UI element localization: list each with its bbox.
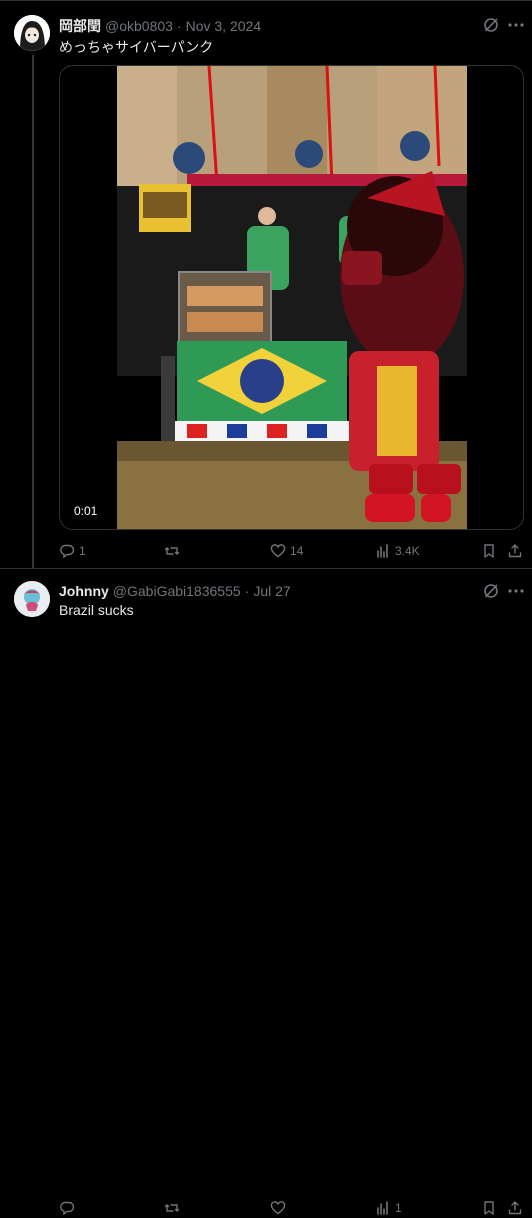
bookmark-button[interactable] [481, 541, 497, 561]
heart-icon [270, 544, 286, 558]
video-thumbnail[interactable] [117, 66, 467, 529]
bookmark-icon [484, 544, 494, 558]
grok-icon[interactable] [483, 583, 499, 599]
post-date[interactable]: Nov 3, 2024 [186, 18, 262, 34]
reply-button[interactable] [59, 1198, 79, 1218]
share-icon [508, 544, 522, 558]
post-actions: 1 [59, 1198, 524, 1218]
separator: · [244, 583, 250, 599]
post-text: めっちゃサイバーパンク [59, 39, 214, 55]
views-button[interactable]: 1 [375, 1198, 402, 1218]
share-button[interactable] [507, 1198, 523, 1218]
like-count: 14 [290, 544, 304, 558]
more-icon[interactable] [507, 583, 525, 599]
like-button[interactable] [270, 1198, 290, 1218]
post-main[interactable]: 岡部閏 @okb0803 · Nov 3, 2024 めっちゃサイバーパンク 0… [0, 0, 532, 569]
reply-count: 1 [79, 544, 86, 558]
grok-icon[interactable] [483, 17, 499, 33]
post-reply[interactable]: Johnny @GabiGabi1836555 · Jul 27 Brazil … [0, 568, 532, 1216]
views-icon [377, 1201, 388, 1215]
separator: · [176, 18, 182, 34]
views-button[interactable]: 3.4K [375, 541, 420, 561]
thread-line [32, 55, 34, 569]
post-header: Johnny @GabiGabi1836555 · Jul 27 [59, 583, 291, 599]
views-count: 3.4K [395, 544, 420, 558]
like-button[interactable]: 14 [270, 541, 303, 561]
reply-icon [60, 1201, 75, 1216]
reply-icon [60, 544, 75, 559]
author-name[interactable]: 岡部閏 [59, 16, 101, 36]
views-count: 1 [395, 1201, 402, 1215]
bookmark-button[interactable] [481, 1198, 497, 1218]
heart-icon [270, 1201, 286, 1215]
reply-button[interactable]: 1 [59, 541, 86, 561]
share-button[interactable] [507, 541, 523, 561]
post-actions: 1 14 3.4K [59, 541, 524, 561]
more-icon[interactable] [507, 17, 525, 33]
views-icon [377, 544, 388, 558]
avatar[interactable] [14, 15, 50, 51]
bookmark-icon [484, 1201, 494, 1215]
post-header: 岡部閏 @okb0803 · Nov 3, 2024 [59, 16, 261, 36]
author-name[interactable]: Johnny [59, 583, 109, 599]
video-timestamp: 0:01 [68, 501, 104, 521]
post-text: Brazil sucks [59, 602, 134, 618]
author-handle[interactable]: @GabiGabi1836555 [113, 583, 241, 599]
share-icon [508, 1201, 522, 1215]
author-handle[interactable]: @okb0803 [105, 18, 173, 34]
avatar[interactable] [14, 581, 50, 617]
repost-icon [164, 1204, 180, 1212]
post-date[interactable]: Jul 27 [253, 583, 290, 599]
video-player[interactable]: 0:01 [59, 65, 524, 530]
repost-icon [164, 547, 180, 555]
repost-button[interactable] [164, 541, 184, 561]
repost-button[interactable] [164, 1198, 184, 1218]
